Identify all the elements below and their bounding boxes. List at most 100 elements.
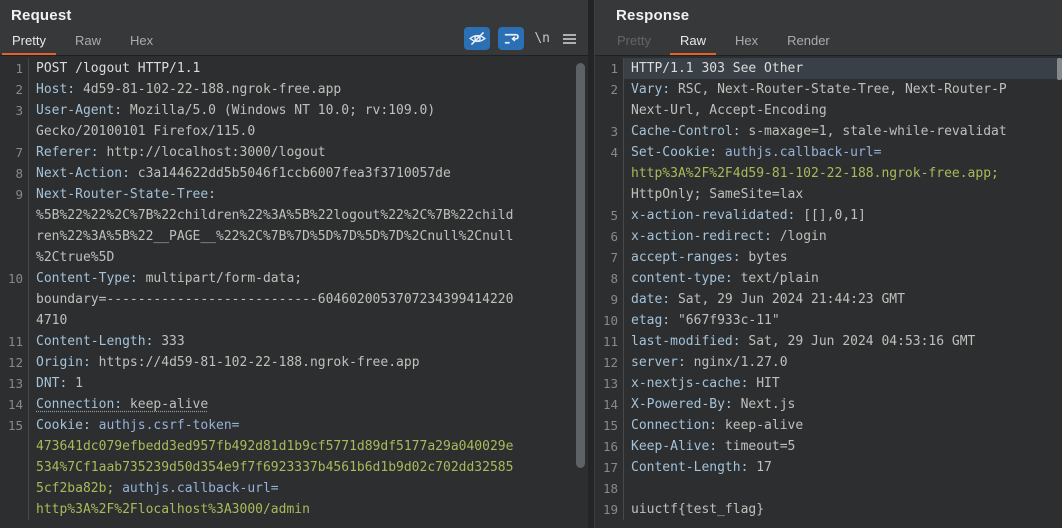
line-number: 12 bbox=[0, 352, 28, 373]
code-line[interactable]: 4710 bbox=[0, 310, 588, 331]
request-tabbar: Pretty Raw Hex bbox=[0, 24, 588, 55]
code-line[interactable]: 10etag: "667f933c-11" bbox=[595, 310, 1062, 331]
code-line[interactable]: 19uiuctf{test_flag} bbox=[595, 499, 1062, 520]
line-number: 15 bbox=[595, 415, 623, 436]
code-line[interactable]: 534%7Cf1aab735239d50d354e9f7f6923337b456… bbox=[0, 457, 588, 478]
line-text: accept-ranges: bytes bbox=[623, 247, 1062, 268]
request-title: Request bbox=[0, 0, 588, 24]
code-line[interactable]: 4Set-Cookie: authjs.callback-url= bbox=[595, 142, 1062, 163]
response-editor[interactable]: 1HTTP/1.1 303 See Other2Vary: RSC, Next-… bbox=[595, 55, 1062, 528]
eye-off-icon bbox=[468, 30, 487, 47]
line-number: 13 bbox=[0, 373, 28, 394]
code-line[interactable]: 9date: Sat, 29 Jun 2024 21:44:23 GMT bbox=[595, 289, 1062, 310]
line-text: Referer: http://localhost:3000/logout bbox=[28, 142, 588, 163]
code-line[interactable]: 1POST /logout HTTP/1.1 bbox=[0, 58, 588, 79]
line-number: 4 bbox=[595, 142, 623, 163]
line-number bbox=[0, 499, 28, 520]
code-line[interactable]: 2Vary: RSC, Next-Router-State-Tree, Next… bbox=[595, 79, 1062, 100]
code-line[interactable]: 6x-action-redirect: /login bbox=[595, 226, 1062, 247]
line-text: User-Agent: Mozilla/5.0 (Windows NT 10.0… bbox=[28, 100, 588, 121]
wrap-lines-button[interactable] bbox=[498, 27, 524, 50]
response-tab-pretty[interactable]: Pretty bbox=[607, 27, 661, 55]
code-line[interactable]: 15Cookie: authjs.csrf-token= bbox=[0, 415, 588, 436]
code-line[interactable]: http%3A%2F%2F4d59-81-102-22-188.ngrok-fr… bbox=[595, 163, 1062, 184]
code-line[interactable]: 14X-Powered-By: Next.js bbox=[595, 394, 1062, 415]
code-line[interactable]: 5cf2ba82b; authjs.callback-url= bbox=[0, 478, 588, 499]
code-line[interactable]: 10Content-Type: multipart/form-data; bbox=[0, 268, 588, 289]
code-line[interactable]: 2Host: 4d59-81-102-22-188.ngrok-free.app bbox=[0, 79, 588, 100]
request-scrollbar-thumb[interactable] bbox=[576, 63, 585, 468]
code-line[interactable]: 11last-modified: Sat, 29 Jun 2024 04:53:… bbox=[595, 331, 1062, 352]
line-text: Connection: keep-alive bbox=[28, 394, 588, 415]
menu-button[interactable] bbox=[560, 27, 579, 50]
line-text: Origin: https://4d59-81-102-22-188.ngrok… bbox=[28, 352, 588, 373]
request-tab-raw[interactable]: Raw bbox=[65, 27, 111, 55]
line-text: Next-Url, Accept-Encoding bbox=[623, 100, 1062, 121]
code-line[interactable]: boundary=---------------------------6046… bbox=[0, 289, 588, 310]
code-line[interactable]: 473641dc079efbedd3ed957fb492d81d1b9cf577… bbox=[0, 436, 588, 457]
response-tab-render[interactable]: Render bbox=[777, 27, 840, 55]
code-line[interactable]: 14Connection: keep-alive bbox=[0, 394, 588, 415]
line-number bbox=[0, 121, 28, 142]
code-line[interactable]: 13DNT: 1 bbox=[0, 373, 588, 394]
newline-chars-button[interactable]: \n bbox=[532, 27, 552, 50]
line-number bbox=[0, 247, 28, 268]
response-tabbar: Pretty Raw Hex Render bbox=[595, 24, 1062, 55]
line-text: %5B%22%22%2C%7B%22children%22%3A%5B%22lo… bbox=[28, 205, 588, 226]
line-text bbox=[623, 478, 1062, 499]
code-line[interactable]: ren%22%3A%5B%22__PAGE__%22%2C%7B%7D%5D%7… bbox=[0, 226, 588, 247]
line-text: X-Powered-By: Next.js bbox=[623, 394, 1062, 415]
line-text: x-nextjs-cache: HIT bbox=[623, 373, 1062, 394]
line-text: http%3A%2F%2Flocalhost%3A3000/admin bbox=[28, 499, 588, 520]
hide-irrelevant-button[interactable] bbox=[464, 27, 490, 50]
line-text: HttpOnly; SameSite=lax bbox=[623, 184, 1062, 205]
code-line[interactable]: 15Connection: keep-alive bbox=[595, 415, 1062, 436]
code-line[interactable]: Gecko/20100101 Firefox/115.0 bbox=[0, 121, 588, 142]
code-line[interactable]: %5B%22%22%2C%7B%22children%22%3A%5B%22lo… bbox=[0, 205, 588, 226]
line-number: 8 bbox=[595, 268, 623, 289]
code-line[interactable]: 8Next-Action: c3a144622dd5b5046f1ccb6007… bbox=[0, 163, 588, 184]
response-scrollbar-thumb[interactable] bbox=[1057, 58, 1062, 80]
code-line[interactable]: 1HTTP/1.1 303 See Other bbox=[595, 58, 1062, 79]
menu-icon bbox=[562, 33, 577, 45]
line-text: POST /logout HTTP/1.1 bbox=[28, 58, 588, 79]
code-line[interactable]: 9Next-Router-State-Tree: bbox=[0, 184, 588, 205]
code-line[interactable]: http%3A%2F%2Flocalhost%3A3000/admin bbox=[0, 499, 588, 520]
request-tab-hex[interactable]: Hex bbox=[120, 27, 163, 55]
line-number: 17 bbox=[595, 457, 623, 478]
line-number bbox=[595, 184, 623, 205]
request-editor[interactable]: 1POST /logout HTTP/1.12Host: 4d59-81-102… bbox=[0, 55, 588, 528]
response-tab-hex[interactable]: Hex bbox=[725, 27, 768, 55]
code-line[interactable]: 16Keep-Alive: timeout=5 bbox=[595, 436, 1062, 457]
code-line[interactable]: Next-Url, Accept-Encoding bbox=[595, 100, 1062, 121]
line-text: uiuctf{test_flag} bbox=[623, 499, 1062, 520]
line-text: Host: 4d59-81-102-22-188.ngrok-free.app bbox=[28, 79, 588, 100]
code-line[interactable]: 5x-action-revalidated: [[],0,1] bbox=[595, 205, 1062, 226]
line-number: 12 bbox=[595, 352, 623, 373]
code-line[interactable]: 7accept-ranges: bytes bbox=[595, 247, 1062, 268]
line-number: 1 bbox=[0, 58, 28, 79]
response-header: Response Pretty Raw Hex Render bbox=[595, 0, 1062, 55]
response-tab-raw[interactable]: Raw bbox=[670, 27, 716, 55]
code-line[interactable]: 13x-nextjs-cache: HIT bbox=[595, 373, 1062, 394]
code-line[interactable]: 11Content-Length: 333 bbox=[0, 331, 588, 352]
code-line[interactable]: 3Cache-Control: s-maxage=1, stale-while-… bbox=[595, 121, 1062, 142]
line-number: 15 bbox=[0, 415, 28, 436]
message-editor: Request Pretty Raw Hex bbox=[0, 0, 1062, 528]
code-line[interactable]: 12server: nginx/1.27.0 bbox=[595, 352, 1062, 373]
code-line[interactable]: 8content-type: text/plain bbox=[595, 268, 1062, 289]
line-number: 7 bbox=[595, 247, 623, 268]
code-line[interactable]: HttpOnly; SameSite=lax bbox=[595, 184, 1062, 205]
code-line[interactable]: 18 bbox=[595, 478, 1062, 499]
code-line[interactable]: 17Content-Length: 17 bbox=[595, 457, 1062, 478]
line-number bbox=[595, 100, 623, 121]
request-tab-pretty[interactable]: Pretty bbox=[2, 27, 56, 55]
code-line[interactable]: %2Ctrue%5D bbox=[0, 247, 588, 268]
code-line[interactable]: 7Referer: http://localhost:3000/logout bbox=[0, 142, 588, 163]
code-line[interactable]: 3User-Agent: Mozilla/5.0 (Windows NT 10.… bbox=[0, 100, 588, 121]
line-number: 1 bbox=[595, 58, 623, 79]
line-text: last-modified: Sat, 29 Jun 2024 04:53:16… bbox=[623, 331, 1062, 352]
code-line[interactable]: 12Origin: https://4d59-81-102-22-188.ngr… bbox=[0, 352, 588, 373]
line-text: 5cf2ba82b; authjs.callback-url= bbox=[28, 478, 588, 499]
line-text: Cache-Control: s-maxage=1, stale-while-r… bbox=[623, 121, 1062, 142]
